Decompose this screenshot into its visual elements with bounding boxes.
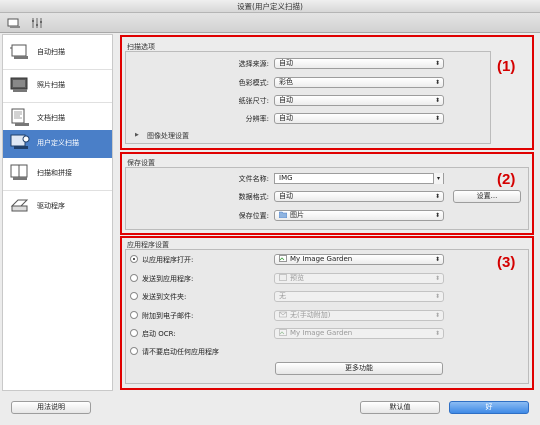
- color-mode-label: 色彩模式:: [238, 79, 269, 87]
- folder-icon: [278, 211, 288, 219]
- source-value: 自动: [279, 59, 293, 67]
- help-button[interactable]: 用法说明: [11, 401, 91, 414]
- preview-app-icon: [279, 274, 287, 281]
- filename-label: 文件名称:: [238, 175, 269, 183]
- sidebar-item-document-scan[interactable]: 文档扫描: [3, 105, 112, 133]
- mail-icon: [279, 311, 287, 318]
- popup-arrows-icon: ⬍: [434, 79, 440, 86]
- save-location-label: 保存位置:: [238, 212, 269, 220]
- popup-arrows-icon: ⬍: [434, 256, 440, 263]
- disclosure-triangle-icon[interactable]: ▶: [135, 132, 139, 138]
- app-icon: [279, 255, 287, 262]
- toolbar: [0, 13, 540, 33]
- section-marker-3: (3): [497, 254, 516, 271]
- scan-stitch-icon: [9, 163, 31, 183]
- sidebar-item-photo-scan[interactable]: 照片扫描: [3, 72, 112, 100]
- save-location-select[interactable]: 图片 ⬍: [274, 210, 444, 221]
- sidebar-item-auto-scan[interactable]: 自动扫描: [3, 39, 112, 67]
- paper-size-select[interactable]: 自动 ⬍: [274, 95, 444, 106]
- send-to-folder-select[interactable]: 无 ⬍: [274, 291, 444, 302]
- sidebar-item-custom-scan[interactable]: 用户定义扫描: [3, 130, 112, 158]
- popup-arrows-icon: ⬍: [434, 312, 440, 319]
- radio-no-app[interactable]: [130, 347, 138, 355]
- open-with-app-label: 以应用程序打开:: [142, 256, 194, 264]
- filename-field[interactable]: IMG ▾: [274, 173, 444, 184]
- start-ocr-label: 启动 OCR:: [142, 330, 176, 338]
- paper-size-value: 自动: [279, 96, 293, 104]
- no-app-label: 请不要启动任何应用程序: [142, 348, 219, 356]
- attach-email-label: 附加到电子邮件:: [142, 312, 194, 320]
- paper-size-label: 纸张尺寸:: [238, 97, 269, 105]
- popup-arrows-icon: ⬍: [434, 330, 440, 337]
- send-to-app-select[interactable]: 预览 ⬍: [274, 273, 444, 284]
- radio-send-to-folder[interactable]: [130, 292, 138, 300]
- filename-value: IMG: [279, 174, 293, 182]
- color-mode-value: 彩色: [279, 78, 293, 86]
- driver-icon: [9, 196, 31, 216]
- sidebar-item-label: 文档扫描: [37, 114, 65, 122]
- divider: [3, 190, 112, 191]
- save-location-value: 图片: [290, 211, 304, 219]
- popup-arrows-icon: ⬍: [434, 193, 440, 200]
- popup-arrows-icon: ⬍: [434, 115, 440, 122]
- chevron-down-icon[interactable]: ▾: [433, 173, 443, 184]
- data-format-value: 自动: [279, 192, 293, 200]
- window-title: 设置(用户定义扫描): [0, 0, 540, 13]
- open-with-app-select[interactable]: My Image Garden ⬍: [274, 254, 444, 265]
- color-mode-select[interactable]: 彩色 ⬍: [274, 77, 444, 88]
- custom-scan-icon: [9, 133, 31, 153]
- more-functions-button[interactable]: 更多功能: [275, 362, 443, 375]
- open-with-app-value: My Image Garden: [290, 255, 353, 263]
- resolution-label: 分辨率:: [245, 115, 269, 123]
- ok-button[interactable]: 好: [449, 401, 529, 414]
- divider: [3, 102, 112, 103]
- resolution-value: 自动: [279, 114, 293, 122]
- sidebar-item-scan-stitch[interactable]: 扫描和拼接: [3, 160, 112, 188]
- popup-arrows-icon: ⬍: [434, 275, 440, 282]
- popup-arrows-icon: ⬍: [434, 60, 440, 67]
- format-settings-button[interactable]: 设置...: [453, 190, 521, 203]
- sidebar-item-label: 扫描和拼接: [37, 169, 72, 177]
- section-marker-2: (2): [497, 171, 516, 188]
- divider: [3, 69, 112, 70]
- source-select[interactable]: 自动 ⬍: [274, 58, 444, 69]
- general-settings-icon[interactable]: [30, 17, 44, 29]
- radio-send-to-app[interactable]: [130, 274, 138, 282]
- radio-attach-email[interactable]: [130, 311, 138, 319]
- radio-start-ocr[interactable]: [130, 329, 138, 337]
- image-processing-label[interactable]: 图像处理设置: [147, 131, 189, 141]
- attach-email-select[interactable]: 无(手动附加) ⬍: [274, 310, 444, 321]
- sidebar-item-driver[interactable]: 驱动程序: [3, 193, 112, 221]
- main-panel: 扫描选项 (1) 选择来源: 自动 ⬍ 色彩模式: 彩色 ⬍ 纸张尺寸: 自动 ⬍ 分…: [117, 34, 538, 391]
- send-to-folder-value: 无: [279, 292, 286, 300]
- auto-scan-icon: [9, 42, 31, 62]
- send-to-folder-label: 发送到文件夹:: [142, 293, 187, 301]
- sidebar: 自动扫描 照片扫描 文档扫描 用户定义扫描 扫描和拼接 驱动程序: [2, 34, 113, 391]
- radio-open-with-app[interactable]: [130, 255, 138, 263]
- start-ocr-select[interactable]: My Image Garden ⬍: [274, 328, 444, 339]
- popup-arrows-icon: ⬍: [434, 97, 440, 104]
- sidebar-item-label: 用户定义扫描: [37, 139, 79, 147]
- data-format-select[interactable]: 自动 ⬍: [274, 191, 444, 202]
- attach-email-value: 无(手动附加): [290, 311, 331, 319]
- start-ocr-value: My Image Garden: [290, 329, 353, 337]
- defaults-button[interactable]: 默认值: [360, 401, 440, 414]
- resolution-select[interactable]: 自动 ⬍: [274, 113, 444, 124]
- send-to-app-value: 预览: [290, 274, 304, 282]
- source-label: 选择来源:: [238, 60, 269, 68]
- data-format-label: 数据格式:: [238, 193, 269, 201]
- popup-arrows-icon: ⬍: [434, 212, 440, 219]
- sidebar-item-label: 照片扫描: [37, 81, 65, 89]
- section-marker-1: (1): [497, 58, 516, 75]
- document-scan-icon: [9, 108, 31, 128]
- sidebar-item-label: 驱动程序: [37, 202, 65, 210]
- app-icon: [279, 329, 287, 336]
- popup-arrows-icon: ⬍: [434, 293, 440, 300]
- photo-scan-icon: [9, 75, 31, 95]
- sidebar-item-label: 自动扫描: [37, 48, 65, 56]
- send-to-app-label: 发送到应用程序:: [142, 275, 194, 283]
- scan-from-computer-icon[interactable]: [6, 17, 22, 29]
